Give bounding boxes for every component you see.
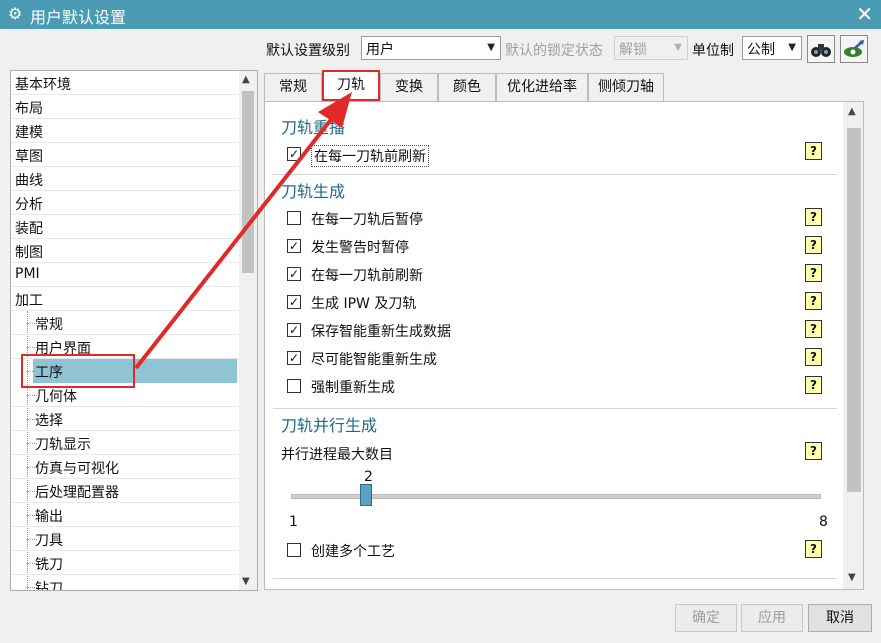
- apply-button[interactable]: 应用: [741, 604, 803, 632]
- annotation-arrow: [134, 92, 352, 370]
- ok-button[interactable]: 确定: [675, 604, 737, 632]
- cancel-button[interactable]: 取消: [808, 604, 872, 632]
